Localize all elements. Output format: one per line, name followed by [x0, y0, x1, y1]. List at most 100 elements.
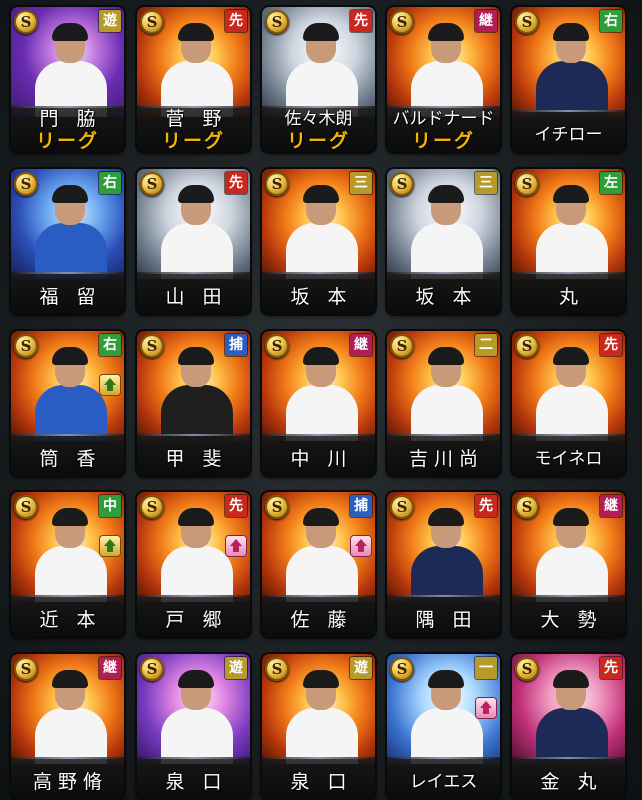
player-portrait: [405, 504, 485, 602]
player-card[interactable]: S 右筒 香: [11, 331, 124, 476]
position-badge: 右: [99, 334, 121, 356]
position-badge: 左: [600, 172, 622, 194]
player-card[interactable]: S 継高野脩: [11, 654, 124, 799]
player-card[interactable]: S 先金 丸: [512, 654, 625, 799]
player-portrait: [29, 181, 109, 279]
player-card[interactable]: S 先佐々木朗 リーグ: [262, 7, 375, 152]
level-up-arrow-icon: [100, 375, 120, 395]
player-card[interactable]: S 三坂 本: [262, 169, 375, 314]
player-portrait: [280, 181, 360, 279]
rank-s-icon: S: [515, 334, 539, 358]
player-portrait: [155, 504, 235, 602]
player-name: 吉川尚: [408, 448, 484, 470]
level-up-arrow-icon: [226, 536, 246, 556]
player-portrait: [29, 666, 109, 764]
player-portrait: [155, 666, 235, 764]
rank-s-icon: S: [140, 334, 164, 358]
nameplate: 門 脇リーグ: [11, 106, 124, 152]
player-name: モイネロ: [534, 449, 603, 469]
player-portrait: [530, 181, 610, 279]
nameplate: レイエス: [387, 757, 500, 799]
rank-s-icon: S: [515, 495, 539, 519]
player-card[interactable]: S 右イチロー: [512, 7, 625, 152]
position-badge: 継: [99, 657, 121, 679]
player-portrait: [29, 343, 109, 441]
position-badge: 先: [600, 334, 622, 356]
player-card[interactable]: S 一レイエス: [387, 654, 500, 799]
player-card[interactable]: S 中近 本: [11, 492, 124, 637]
player-card[interactable]: S 左丸: [512, 169, 625, 314]
player-portrait: [280, 19, 360, 117]
player-card[interactable]: S 継バルドナード リーグ: [387, 7, 500, 152]
player-portrait: [530, 343, 610, 441]
rank-s-icon: S: [390, 657, 414, 681]
nameplate: 丸: [512, 272, 625, 314]
rank-s-icon: S: [390, 334, 414, 358]
player-portrait: [155, 19, 235, 117]
rank-s-icon: S: [390, 495, 414, 519]
league-label: リーグ: [35, 130, 99, 152]
position-badge: 先: [225, 495, 247, 517]
player-name: 戸 郷: [165, 609, 228, 631]
player-card[interactable]: S 継大 勢: [512, 492, 625, 637]
nameplate: 大 勢: [512, 595, 625, 637]
player-name: 甲 斐: [165, 448, 228, 470]
position-badge: 捕: [350, 495, 372, 517]
player-card[interactable]: S 先モイネロ: [512, 331, 625, 476]
player-card[interactable]: S 遊泉 口: [262, 654, 375, 799]
level-up-arrow-icon: [100, 536, 120, 556]
nameplate: 坂 本: [262, 272, 375, 314]
player-card[interactable]: S 三坂 本: [387, 169, 500, 314]
position-badge: 先: [350, 10, 372, 32]
nameplate: イチロー: [512, 110, 625, 152]
nameplate: モイネロ: [512, 434, 625, 476]
player-card[interactable]: S 二吉川尚: [387, 331, 500, 476]
nameplate: 高野脩: [11, 757, 124, 799]
position-badge: 先: [225, 10, 247, 32]
position-badge: 右: [600, 10, 622, 32]
player-card[interactable]: S 右福 留: [11, 169, 124, 314]
player-card[interactable]: S 捕甲 斐: [137, 331, 250, 476]
position-badge: 一: [475, 657, 497, 679]
position-badge: 三: [350, 172, 372, 194]
player-portrait: [155, 181, 235, 279]
position-badge: 遊: [99, 10, 121, 32]
player-card[interactable]: S 先隅 田: [387, 492, 500, 637]
rank-s-icon: S: [140, 495, 164, 519]
player-name: 山 田: [165, 286, 228, 308]
nameplate: 戸 郷: [137, 595, 250, 637]
nameplate: 甲 斐: [137, 434, 250, 476]
player-name: 佐 藤: [290, 609, 353, 631]
player-name: レイエス: [409, 772, 478, 792]
league-label: リーグ: [286, 130, 350, 152]
player-portrait: [405, 19, 485, 117]
nameplate: 吉川尚: [387, 434, 500, 476]
player-portrait: [530, 666, 610, 764]
position-badge: 継: [600, 495, 622, 517]
level-up-arrow-icon: [476, 698, 496, 718]
rank-s-icon: S: [14, 657, 38, 681]
player-card[interactable]: S 先菅 野リーグ: [137, 7, 250, 152]
position-badge: 右: [99, 172, 121, 194]
player-name: 金 丸: [540, 771, 603, 793]
position-badge: 先: [600, 657, 622, 679]
player-card[interactable]: S 先戸 郷: [137, 492, 250, 637]
player-card[interactable]: S 先山 田: [137, 169, 250, 314]
rank-s-icon: S: [140, 657, 164, 681]
player-card[interactable]: S 捕佐 藤: [262, 492, 375, 637]
player-card[interactable]: S 継中 川: [262, 331, 375, 476]
position-badge: 二: [475, 334, 497, 356]
player-portrait: [280, 343, 360, 441]
player-name: 坂 本: [415, 286, 478, 308]
player-card[interactable]: S 遊泉 口: [137, 654, 250, 799]
rank-s-icon: S: [390, 172, 414, 196]
player-name: 隅 田: [415, 609, 478, 631]
player-portrait: [29, 504, 109, 602]
position-badge: 遊: [225, 657, 247, 679]
player-name: 筒 香: [39, 448, 102, 470]
player-card[interactable]: S 遊門 脇リーグ: [11, 7, 124, 152]
rank-s-icon: S: [14, 495, 38, 519]
level-up-arrow-icon: [351, 536, 371, 556]
rank-s-icon: S: [265, 334, 289, 358]
player-name: 泉 口: [290, 771, 353, 793]
